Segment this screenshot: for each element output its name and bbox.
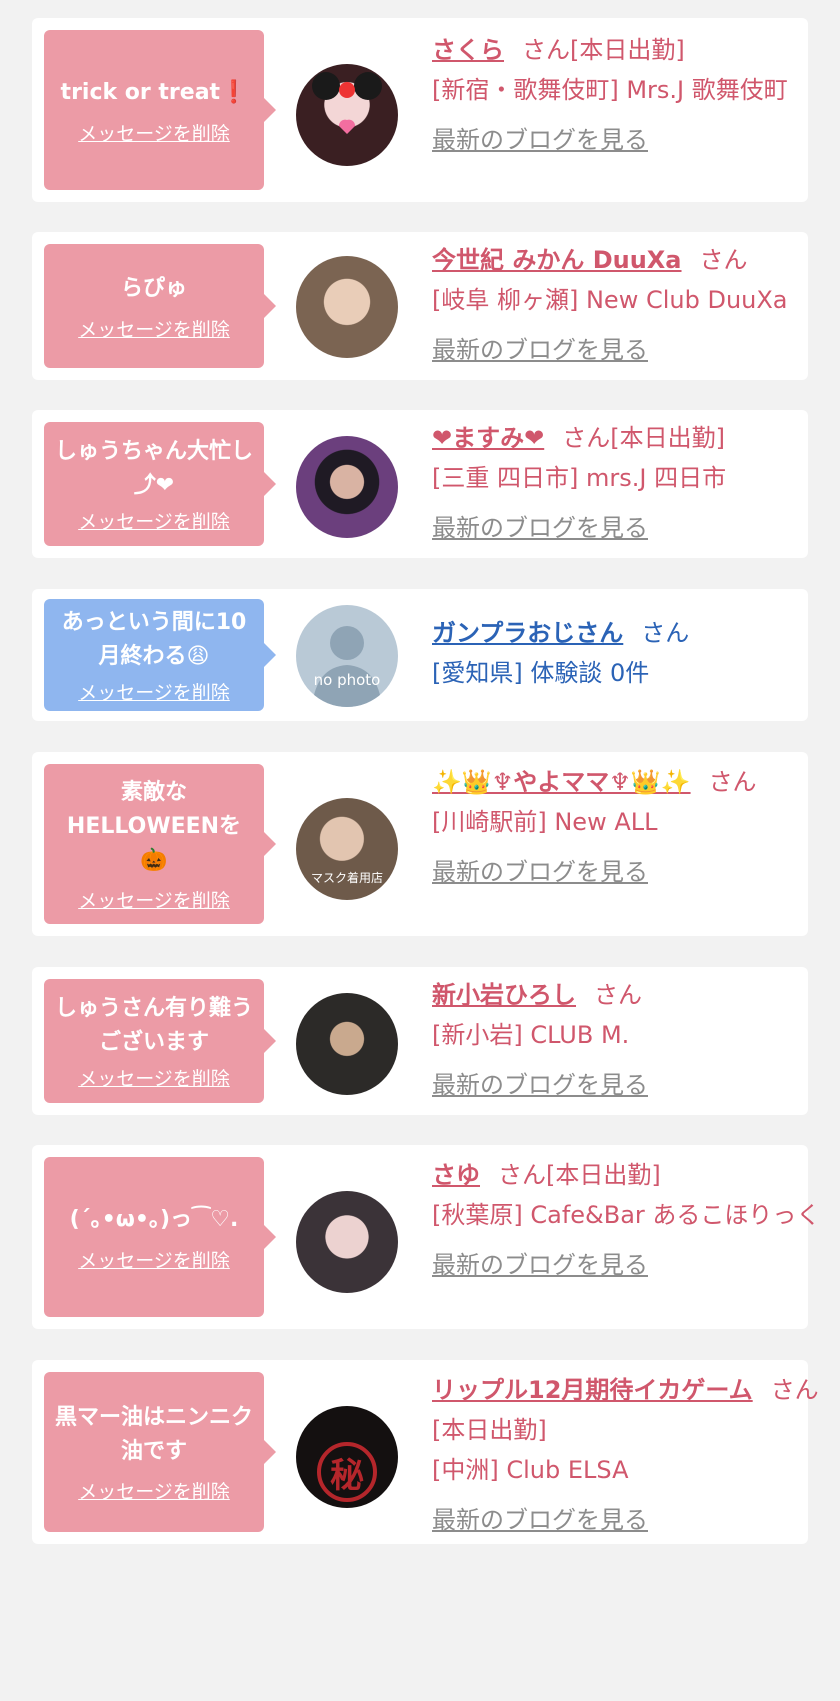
- message-bubble: 素敵なHELLOWEENを🎃 メッセージを削除: [44, 764, 276, 924]
- sender-suffix: さん[本日出勤]: [522, 36, 685, 64]
- latest-blog-link[interactable]: 最新のブログを見る: [432, 330, 648, 370]
- sender-place: [新宿・歌舞伎町] Mrs.J 歌舞伎町: [432, 76, 788, 104]
- sender-name-link[interactable]: さくら: [432, 36, 504, 64]
- message-text: (´｡•ω•｡)っ⁀♡.: [69, 1206, 239, 1232]
- sender-place: [三重 四日市] mrs.J 四日市: [432, 464, 727, 492]
- avatar[interactable]: マスク着用店: [296, 798, 398, 900]
- sender-info: 今世紀 みかん DuuXa さん [岐阜 柳ヶ瀬] New Club DuuXa …: [432, 240, 822, 370]
- sender-suffix: さん: [594, 981, 642, 1009]
- sender-place: [秋葉原] Cafe&Bar あるこほりっく: [432, 1201, 821, 1229]
- message-text: 素敵なHELLOWEENを🎃: [66, 779, 242, 873]
- message-text: 黒マー油はニンニク油です: [54, 1404, 253, 1464]
- latest-blog-link[interactable]: 最新のブログを見る: [432, 1065, 648, 1105]
- sender-suffix: さん: [699, 246, 748, 274]
- latest-blog-link[interactable]: 最新のブログを見る: [432, 1500, 648, 1540]
- avatar-image: [312, 72, 382, 134]
- avatar-caption: マスク着用店: [310, 871, 383, 885]
- sender-name-link[interactable]: ガンプラおじさん: [432, 619, 623, 647]
- sender-info: リップル12月期待イカゲーム さん[本日出勤] [中洲] Club ELSA 最新…: [432, 1370, 822, 1540]
- sender-suffix: さん[本日出勤]: [562, 424, 725, 452]
- avatar[interactable]: [296, 64, 398, 166]
- sender-info: さゆ さん[本日出勤] [秋葉原] Cafe&Bar あるこほりっく 最新のブログ…: [432, 1155, 822, 1285]
- message-text: あっという間に10月終わる😩: [61, 609, 247, 669]
- message-text: しゅうさん有り難うございます: [54, 995, 253, 1055]
- no-photo-label: no photo: [313, 671, 381, 689]
- no-photo-silhouette-icon: [312, 626, 382, 707]
- avatar[interactable]: [296, 256, 398, 358]
- secret-seal-icon: 秘: [317, 1442, 377, 1502]
- avatar[interactable]: [296, 993, 398, 1095]
- message-card: 素敵なHELLOWEENを🎃 メッセージを削除 マスク着用店 ✨👑♆やよママ♆👑…: [32, 752, 808, 936]
- avatar[interactable]: no photo: [296, 605, 398, 707]
- avatar[interactable]: 秘: [296, 1406, 398, 1508]
- sender-place: [愛知県] 体験談 0件: [432, 659, 650, 687]
- delete-message-link[interactable]: メッセージを削除: [78, 1477, 230, 1504]
- message-card: しゅうちゃん大忙し⤴❤ メッセージを削除 ❤ますみ❤ さん[本日出勤] [三重 四…: [32, 410, 808, 558]
- latest-blog-link[interactable]: 最新のブログを見る: [432, 120, 648, 160]
- avatar[interactable]: [296, 1191, 398, 1293]
- message-card: しゅうさん有り難うございます メッセージを削除 新小岩ひろし さん [新小岩] C…: [32, 967, 808, 1115]
- message-card: 黒マー油はニンニク油です メッセージを削除 秘 リップル12月期待イカゲーム さん…: [32, 1360, 819, 1544]
- sender-place: [川崎駅前] New ALL: [432, 808, 658, 836]
- message-bubble: しゅうさん有り難うございます メッセージを削除: [44, 979, 276, 1103]
- sender-name-link[interactable]: ✨👑♆やよママ♆👑✨: [432, 768, 691, 796]
- message-bubble: trick or treat❗ メッセージを削除: [44, 30, 276, 190]
- latest-blog-link[interactable]: 最新のブログを見る: [432, 508, 648, 548]
- sender-name-link[interactable]: リップル12月期待イカゲーム: [432, 1376, 753, 1404]
- sender-name-link[interactable]: 新小岩ひろし: [432, 981, 576, 1009]
- message-bubble: しゅうちゃん大忙し⤴❤ メッセージを削除: [44, 422, 276, 546]
- delete-message-link[interactable]: メッセージを削除: [78, 1064, 230, 1091]
- delete-message-link[interactable]: メッセージを削除: [78, 315, 230, 342]
- message-text: trick or treat❗: [60, 79, 248, 105]
- message-card: trick or treat❗ メッセージを削除 さくら さん[本日出勤] [新宿…: [32, 18, 808, 202]
- sender-info: ✨👑♆やよママ♆👑✨ さん [川崎駅前] New ALL 最新のブログを見る: [432, 762, 762, 892]
- message-card: あっという間に10月終わる😩 メッセージを削除 no photo ガンプラおじさ…: [32, 589, 808, 721]
- delete-message-link[interactable]: メッセージを削除: [78, 678, 230, 705]
- message-card: (´｡•ω•｡)っ⁀♡. メッセージを削除 さゆ さん[本日出勤] [秋葉原] C…: [32, 1145, 820, 1329]
- sender-name-link[interactable]: ❤ますみ❤: [432, 424, 544, 452]
- sender-info: ❤ますみ❤ さん[本日出勤] [三重 四日市] mrs.J 四日市 最新のブログを…: [432, 418, 822, 548]
- message-card: らぴゅ メッセージを削除 今世紀 みかん DuuXa さん [岐阜 柳ヶ瀬] Ne…: [32, 232, 808, 380]
- message-bubble: 黒マー油はニンニク油です メッセージを削除: [44, 1372, 276, 1532]
- sender-info: さくら さん[本日出勤] [新宿・歌舞伎町] Mrs.J 歌舞伎町 最新のブログを…: [432, 30, 822, 160]
- sender-name-link[interactable]: 今世紀 みかん DuuXa: [432, 246, 682, 274]
- message-text: らぴゅ: [120, 275, 187, 301]
- delete-message-link[interactable]: メッセージを削除: [78, 1246, 230, 1273]
- sender-place: [岐阜 柳ヶ瀬] New Club DuuXa: [432, 286, 788, 314]
- sender-place: [新小岩] CLUB M.: [432, 1021, 630, 1049]
- latest-blog-link[interactable]: 最新のブログを見る: [432, 852, 648, 892]
- sender-suffix: さん[本日出勤]: [498, 1161, 661, 1189]
- avatar[interactable]: [296, 436, 398, 538]
- sender-place: [中洲] Club ELSA: [432, 1456, 629, 1484]
- message-bubble: らぴゅ メッセージを削除: [44, 244, 276, 368]
- message-text: しゅうちゃん大忙し⤴❤: [54, 438, 253, 498]
- delete-message-link[interactable]: メッセージを削除: [78, 119, 230, 146]
- sender-info: 新小岩ひろし さん [新小岩] CLUB M. 最新のブログを見る: [432, 975, 822, 1105]
- sender-name-link[interactable]: さゆ: [432, 1161, 480, 1189]
- delete-message-link[interactable]: メッセージを削除: [78, 507, 230, 534]
- sender-info: ガンプラおじさん さん [愛知県] 体験談 0件: [432, 613, 822, 693]
- delete-message-link[interactable]: メッセージを削除: [78, 886, 230, 913]
- latest-blog-link[interactable]: 最新のブログを見る: [432, 1245, 648, 1285]
- sender-suffix: さん: [641, 619, 690, 647]
- message-bubble: (´｡•ω•｡)っ⁀♡. メッセージを削除: [44, 1157, 276, 1317]
- sender-suffix: さん: [708, 768, 757, 796]
- message-bubble: あっという間に10月終わる😩 メッセージを削除: [44, 599, 276, 711]
